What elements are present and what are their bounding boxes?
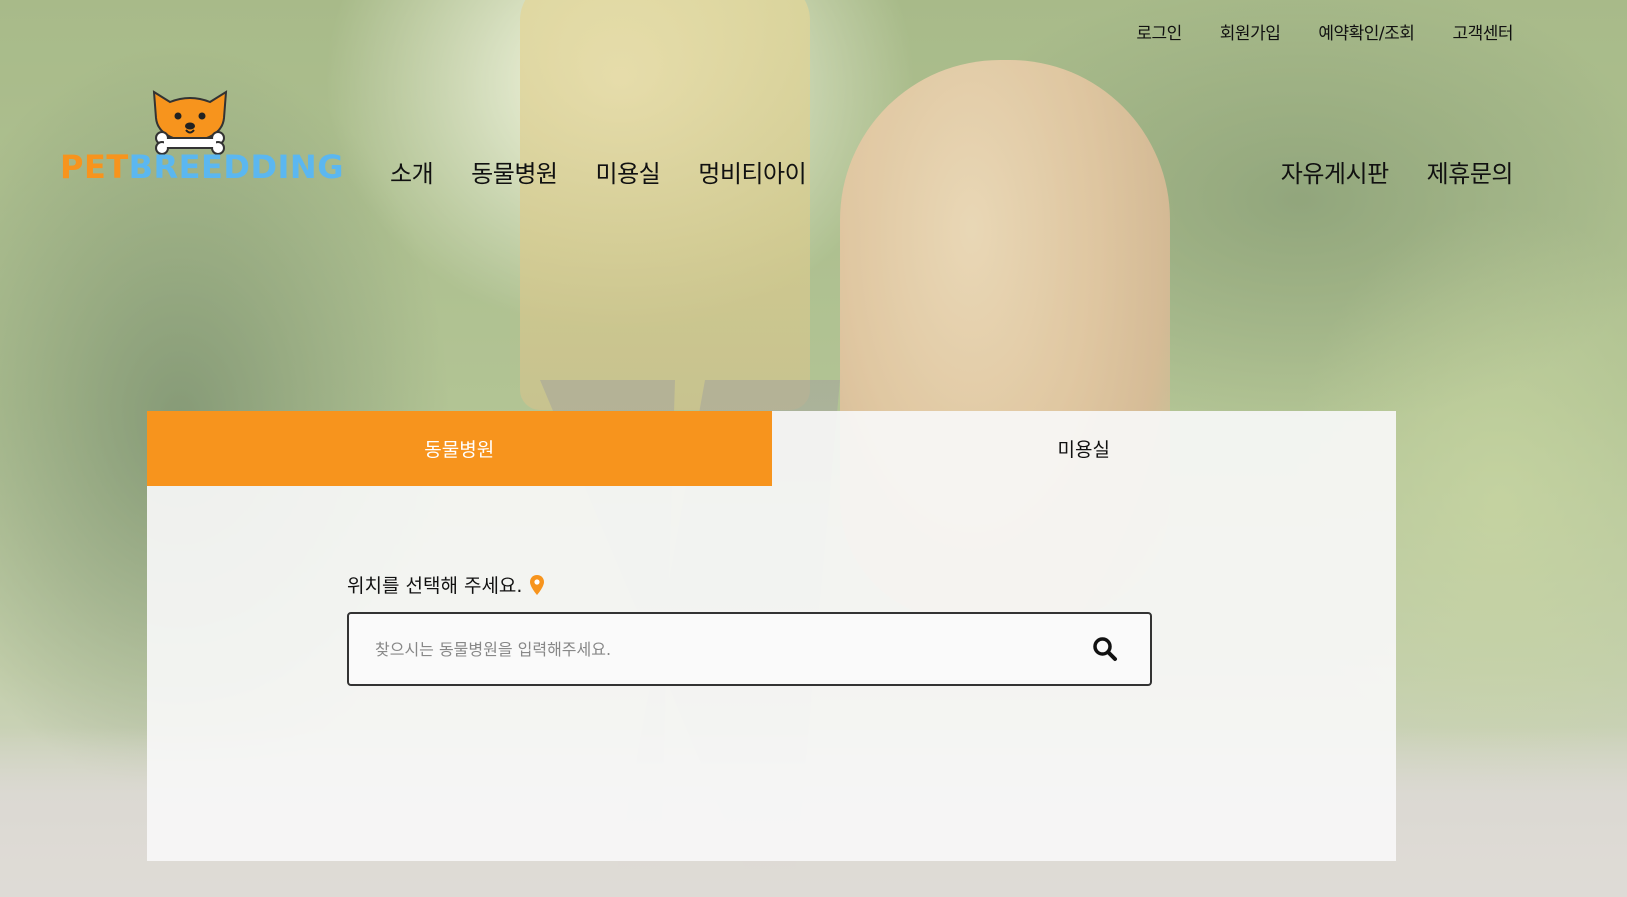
- search-icon: [1093, 637, 1117, 661]
- nav-grooming-salon[interactable]: 미용실: [596, 154, 661, 189]
- main-nav-left: 소개 동물병원 미용실 멍비티아이: [390, 154, 807, 189]
- reservation-check-link[interactable]: 예약확인/조회: [1318, 19, 1415, 44]
- search-button[interactable]: [1060, 614, 1150, 684]
- location-prompt: 위치를 선택해 주세요.: [347, 571, 545, 598]
- dog-logo-icon: [152, 90, 228, 155]
- logo-wordmark: PETBREEDDING: [60, 148, 344, 186]
- nav-free-board[interactable]: 자유게시판: [1281, 154, 1389, 189]
- main-nav-right: 자유게시판 제휴문의: [1281, 154, 1514, 189]
- tab-grooming-salon[interactable]: 미용실: [772, 411, 1397, 486]
- site-logo[interactable]: PETBREEDDING: [60, 88, 343, 188]
- hospital-search-input[interactable]: [349, 614, 1060, 684]
- signup-link[interactable]: 회원가입: [1220, 19, 1281, 44]
- logo-text-pet: PET: [60, 148, 129, 186]
- logo-text-breedding: BREEDDING: [128, 148, 344, 186]
- nav-partnership[interactable]: 제휴문의: [1427, 154, 1514, 189]
- nav-intro[interactable]: 소개: [390, 154, 434, 189]
- hospital-search-box: [347, 612, 1152, 686]
- tab-animal-hospital[interactable]: 동물병원: [147, 411, 772, 486]
- nav-mbti[interactable]: 멍비티아이: [698, 154, 806, 189]
- customer-center-link[interactable]: 고객센터: [1452, 19, 1513, 44]
- login-link[interactable]: 로그인: [1136, 19, 1182, 44]
- utility-nav: 로그인 회원가입 예약확인/조회 고객센터: [1136, 19, 1513, 44]
- search-tabs: 동물병원 미용실: [147, 411, 1396, 486]
- map-pin-icon[interactable]: [530, 574, 545, 595]
- search-panel: 동물병원 미용실 위치를 선택해 주세요.: [147, 411, 1396, 861]
- nav-animal-hospital[interactable]: 동물병원: [471, 154, 558, 189]
- location-label-text: 위치를 선택해 주세요.: [347, 575, 523, 597]
